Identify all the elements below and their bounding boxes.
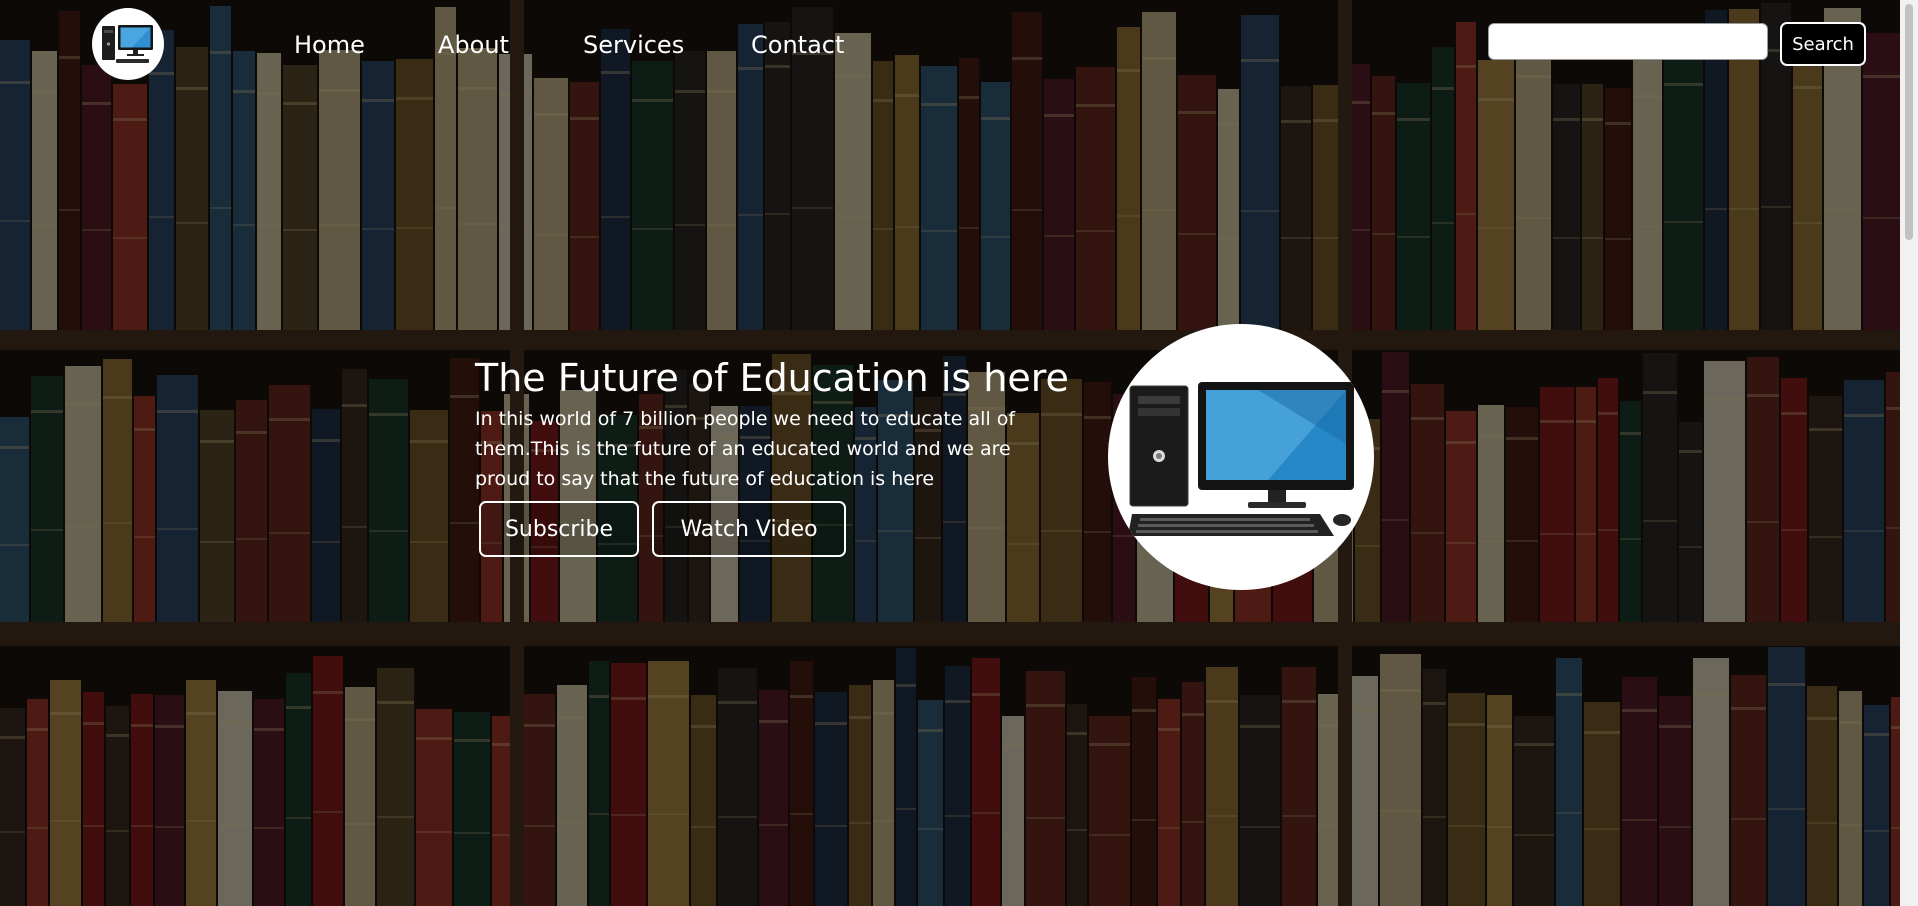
- watch-video-button[interactable]: Watch Video: [652, 501, 846, 557]
- page: Home About Services Contact Search The F…: [0, 0, 1918, 906]
- nav-link-home[interactable]: Home: [294, 28, 365, 62]
- nav-link-about[interactable]: About: [438, 28, 509, 62]
- logo[interactable]: [92, 8, 164, 80]
- nav-link-contact[interactable]: Contact: [751, 28, 844, 62]
- search-button[interactable]: Search: [1780, 22, 1866, 66]
- desktop-computer-icon: [102, 25, 153, 63]
- nav-link-services[interactable]: Services: [583, 28, 684, 62]
- hero-title: The Future of Education is here: [475, 356, 1069, 400]
- scrollbar[interactable]: [1900, 0, 1918, 906]
- subscribe-button[interactable]: Subscribe: [479, 501, 639, 557]
- hero-description: In this world of 7 billion people we nee…: [475, 408, 1016, 490]
- scrollbar-thumb[interactable]: [1905, 4, 1913, 240]
- desktop-computer-icon: [1128, 382, 1354, 536]
- hero-computer-image: [1108, 324, 1374, 590]
- search-input[interactable]: [1488, 23, 1768, 60]
